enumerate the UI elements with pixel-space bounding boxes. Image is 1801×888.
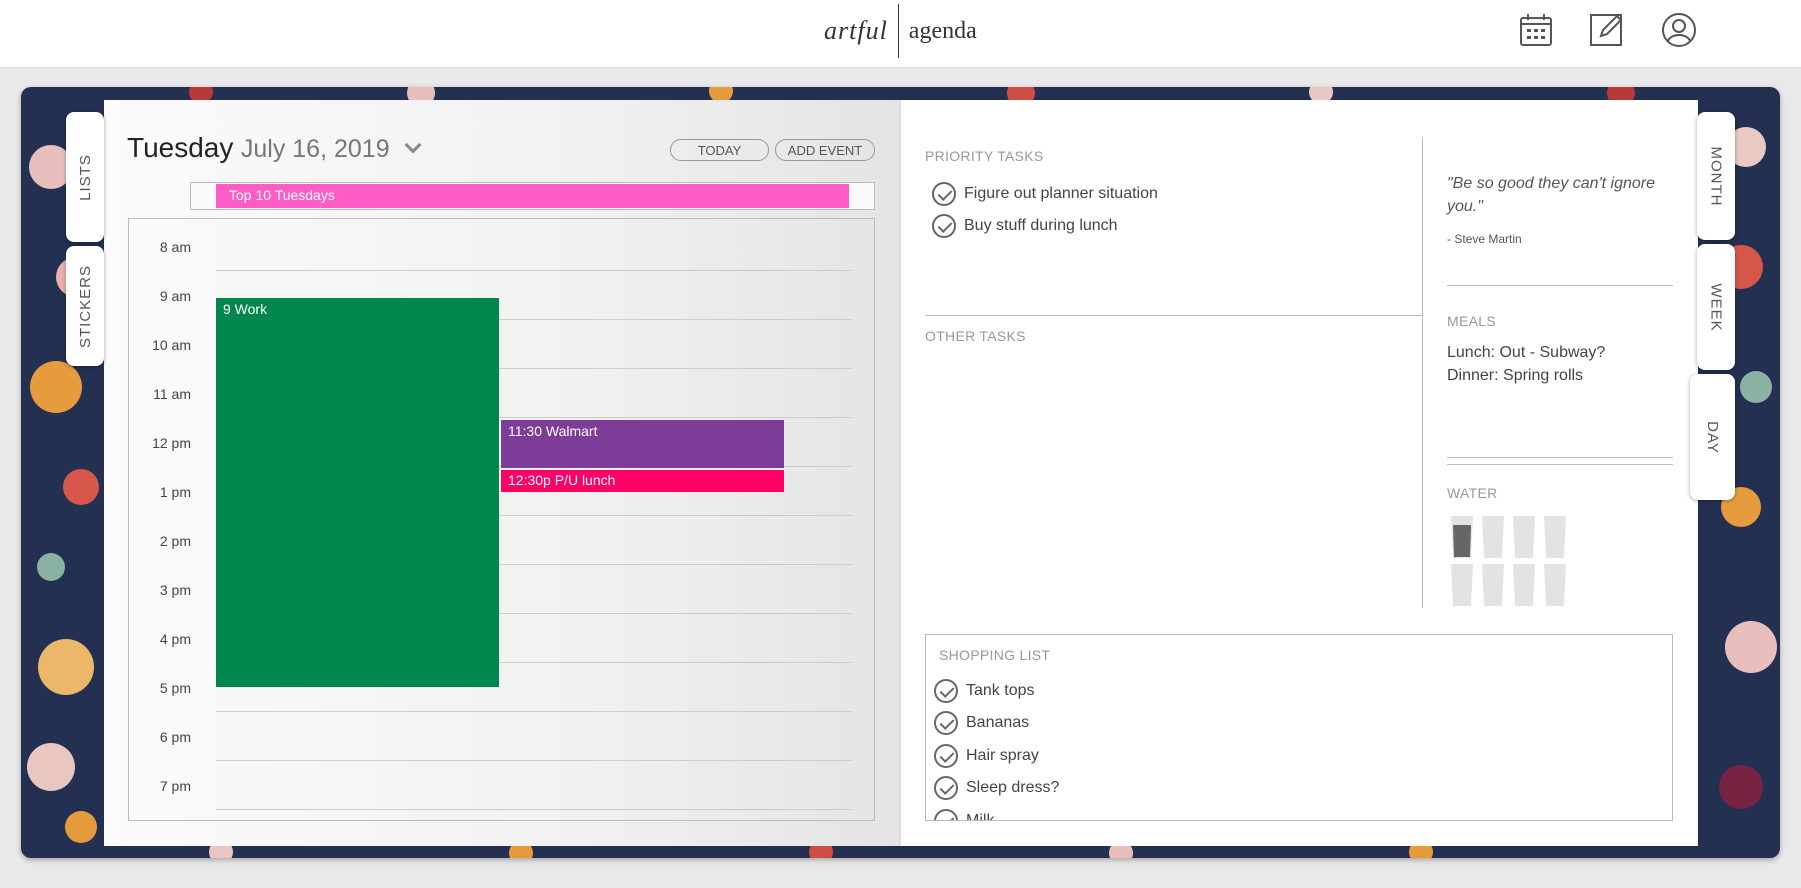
- check-circle-icon[interactable]: [934, 679, 958, 703]
- top-bar: artful agenda: [0, 0, 1801, 68]
- water-glass[interactable]: [1543, 515, 1567, 559]
- water-glass[interactable]: [1543, 563, 1567, 607]
- list-item-text: Hair spray: [966, 747, 1039, 764]
- hour-row: 7 pm: [129, 778, 876, 827]
- hour-line: [216, 809, 852, 810]
- all-day-event[interactable]: Top 10 Tuesdays: [216, 184, 849, 208]
- meal-dinner[interactable]: Dinner: Spring rolls: [1447, 367, 1583, 385]
- page-spine: [899, 100, 901, 846]
- hour-label: 8 am: [159, 239, 191, 255]
- water-title: WATER: [1447, 485, 1498, 501]
- today-button[interactable]: TODAY: [670, 139, 769, 161]
- calendar-icon[interactable]: [1518, 12, 1554, 48]
- hour-label: 10 am: [152, 337, 191, 353]
- hour-label: 5 pm: [159, 680, 191, 696]
- divider: [1447, 285, 1673, 286]
- hour-label: 3 pm: [159, 582, 191, 598]
- list-item-text: Milk: [966, 812, 995, 821]
- hour-label: 11 am: [153, 386, 191, 402]
- list-item-text: Tank tops: [966, 682, 1035, 699]
- hour-label: 2 pm: [159, 533, 191, 549]
- event-pickup-lunch[interactable]: 12:30p P/U lunch: [501, 470, 784, 492]
- app-logo[interactable]: artful agenda: [824, 4, 977, 58]
- tab-month-label: MONTH: [1707, 146, 1725, 206]
- divider: [1447, 464, 1673, 465]
- logo-artful: artful: [824, 16, 888, 45]
- tab-stickers[interactable]: STICKERS: [66, 246, 104, 366]
- list-item[interactable]: Tank tops: [934, 679, 1034, 703]
- check-circle-icon[interactable]: [934, 711, 958, 735]
- weekday-label: Tuesday: [127, 132, 234, 163]
- all-day-row: Top 10 Tuesdays: [190, 182, 875, 210]
- check-circle-icon[interactable]: [934, 809, 958, 820]
- hour-label: 7 pm: [159, 778, 191, 794]
- check-circle-icon[interactable]: [932, 182, 956, 206]
- hour-row: 6 pm: [129, 729, 876, 778]
- logo-agenda: agenda: [908, 17, 977, 44]
- check-circle-icon[interactable]: [932, 214, 956, 238]
- tab-lists-label: LISTS: [76, 153, 94, 201]
- shopping-list[interactable]: SHOPPING LIST Tank tops Bananas Hair spr…: [925, 634, 1673, 821]
- water-glass[interactable]: [1481, 515, 1505, 559]
- hour-line: [216, 760, 852, 761]
- tab-stickers-label: STICKERS: [76, 264, 94, 348]
- hour-label: 1 pm: [159, 484, 191, 500]
- edit-icon[interactable]: [1589, 12, 1625, 48]
- quote-text: "Be so good they can't ignore you.": [1447, 175, 1655, 215]
- check-circle-icon[interactable]: [934, 744, 958, 768]
- check-circle-icon[interactable]: [934, 776, 958, 800]
- tab-week[interactable]: WEEK: [1697, 244, 1735, 370]
- event-walmart[interactable]: 11:30 Walmart: [501, 420, 784, 468]
- water-glass[interactable]: [1512, 563, 1536, 607]
- hour-label: 4 pm: [159, 631, 191, 647]
- task-text: Buy stuff during lunch: [964, 217, 1118, 234]
- tab-week-label: WEEK: [1707, 282, 1725, 332]
- quote-author: - Steve Martin: [1447, 232, 1522, 246]
- hour-row: 8 am: [129, 239, 876, 288]
- tab-lists[interactable]: LISTS: [66, 112, 104, 242]
- priority-tasks-title: PRIORITY TASKS: [925, 148, 1044, 164]
- water-glass[interactable]: [1450, 515, 1474, 559]
- add-event-button[interactable]: ADD EVENT: [775, 139, 875, 161]
- divider: [1447, 457, 1673, 458]
- task-text: Figure out planner situation: [964, 185, 1158, 202]
- list-item[interactable]: Milk: [934, 809, 995, 821]
- hour-label: 6 pm: [159, 729, 191, 745]
- task-item[interactable]: Figure out planner situation: [932, 182, 1158, 206]
- task-item[interactable]: Buy stuff during lunch: [932, 214, 1118, 238]
- other-tasks-title: OTHER TASKS: [925, 328, 1026, 344]
- list-item-text: Sleep dress?: [966, 779, 1060, 796]
- tab-day-label: DAY: [1703, 420, 1721, 454]
- divider: [925, 315, 1422, 316]
- water-glass[interactable]: [1450, 563, 1474, 607]
- tab-day[interactable]: DAY: [1690, 374, 1735, 500]
- hour-label: 9 am: [159, 288, 191, 304]
- list-item[interactable]: Hair spray: [934, 744, 1039, 768]
- date-label: July 16, 2019: [240, 135, 390, 163]
- tab-month[interactable]: MONTH: [1697, 112, 1735, 240]
- meal-lunch[interactable]: Lunch: Out - Subway?: [1447, 344, 1605, 362]
- list-item[interactable]: Sleep dress?: [934, 776, 1059, 800]
- hour-line: [216, 270, 852, 271]
- event-work[interactable]: 9 Work: [216, 298, 499, 687]
- shopping-list-title: SHOPPING LIST: [939, 647, 1051, 663]
- hour-line: [216, 711, 852, 712]
- date-selector[interactable]: Tuesday July 16, 2019: [127, 132, 422, 164]
- list-item[interactable]: Bananas: [934, 711, 1029, 735]
- list-item-text: Bananas: [966, 714, 1030, 731]
- meals-title: MEALS: [1447, 313, 1496, 329]
- chevron-down-icon[interactable]: [404, 136, 422, 154]
- hour-row: 5 pm: [129, 680, 876, 729]
- account-icon[interactable]: [1661, 12, 1697, 48]
- column-divider: [1422, 138, 1423, 608]
- water-glass[interactable]: [1481, 563, 1505, 607]
- hour-label: 12 pm: [152, 435, 191, 451]
- day-timeline[interactable]: 8 am 9 am 10 am 11 am 12 pm 1 pm 2 pm 3 …: [128, 218, 875, 821]
- water-glass[interactable]: [1512, 515, 1536, 559]
